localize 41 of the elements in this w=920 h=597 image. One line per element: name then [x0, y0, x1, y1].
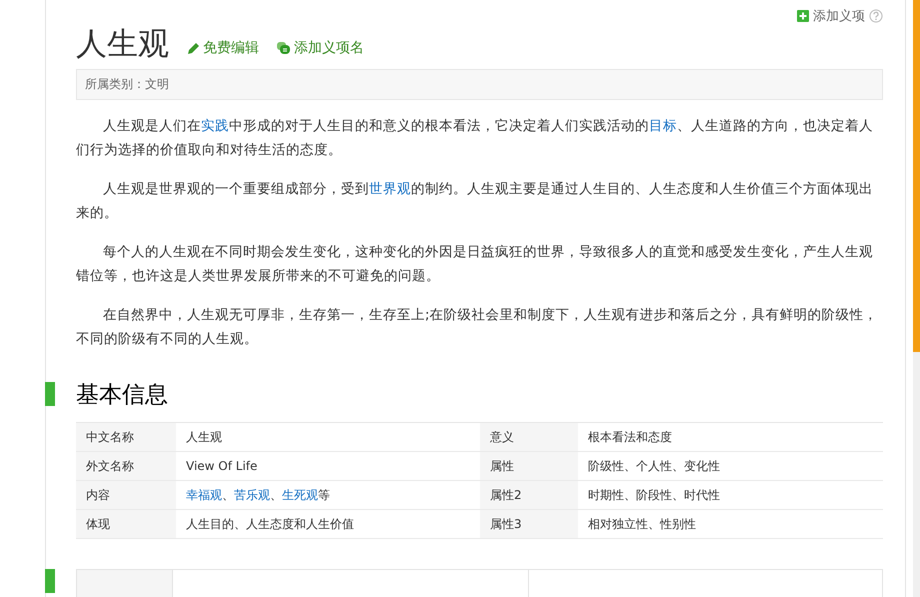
info-value: 时期性、阶段性、时代性	[587, 487, 721, 504]
info-value: 幸福观、苦乐观、生死观等	[185, 487, 331, 504]
info-label: 体现	[76, 510, 176, 538]
scrollbar[interactable]	[913, 0, 920, 597]
add-item-label: 添加义项	[813, 8, 865, 25]
paragraph: 每个人的人生观在不同时期会发生变化，这种变化的外因是日益疯狂的世界，导致很多人的直觉和感受发生变化，产生人生观错位等，也许这是人类世界发展所带来的不可避免的问题。	[76, 243, 874, 286]
page-title: 人生观	[76, 25, 169, 63]
info-label: 意义	[480, 423, 578, 451]
term-link[interactable]: 幸福观	[186, 488, 222, 502]
info-value: 人生目的、人生态度和人生价值	[185, 516, 355, 533]
term-link[interactable]: 目标	[649, 118, 677, 134]
section-marker	[45, 569, 55, 593]
paragraph: 人生观是世界观的一个重要组成部分，受到世界观的制约。人生观主要是通过人生目的、人生态度和人生价值三个方面体现出来的。	[76, 180, 874, 223]
pencil-icon	[187, 42, 200, 54]
category-bar: 所属类别：文明	[76, 69, 883, 100]
paragraph: 在自然界中，人生观无可厚非，生存第一，生存至上;在阶级社会里和制度下，人生观有进步和落后之分，具有鲜明的阶级性，不同的阶级有不同的人生观。	[76, 306, 879, 349]
section-marker	[45, 382, 55, 406]
term-link[interactable]: 生死观	[282, 488, 318, 502]
info-value: 根本看法和态度	[587, 429, 673, 446]
speech-bubbles-icon	[277, 42, 291, 54]
section-title: 基本信息	[76, 380, 168, 410]
term-link[interactable]: 苦乐观	[234, 488, 270, 502]
info-label: 中文名称	[76, 423, 176, 451]
info-value: 相对独立性、性别性	[587, 516, 697, 533]
info-label: 属性3	[480, 510, 578, 538]
paragraph: 人生观是人们在实践中形成的对于人生目的和意义的根本看法，它决定着人们实践活动的 目标、人生道路的方向，也决定着人们行为选择的价值取向和对待生活的态度。	[76, 117, 874, 160]
add-item-link[interactable]: 添加义项	[797, 7, 883, 25]
add-name-link[interactable]: 添加义项名	[277, 39, 364, 63]
help-icon[interactable]	[869, 9, 883, 23]
info-value: View Of Life	[185, 458, 258, 475]
scrollbar-thumb[interactable]	[913, 0, 920, 352]
info-value: 人生观	[185, 429, 223, 446]
plus-icon	[797, 10, 809, 22]
info-label: 属性2	[480, 481, 578, 509]
info-label: 内容	[76, 481, 176, 509]
term-link[interactable]: 实践	[201, 118, 229, 134]
info-label: 外文名称	[76, 452, 176, 480]
info-value: 阶级性、个人性、变化性	[587, 458, 721, 475]
edit-link[interactable]: 免费编辑	[187, 39, 259, 63]
info-label: 属性	[480, 452, 578, 480]
term-link[interactable]: 世界观	[369, 181, 411, 197]
